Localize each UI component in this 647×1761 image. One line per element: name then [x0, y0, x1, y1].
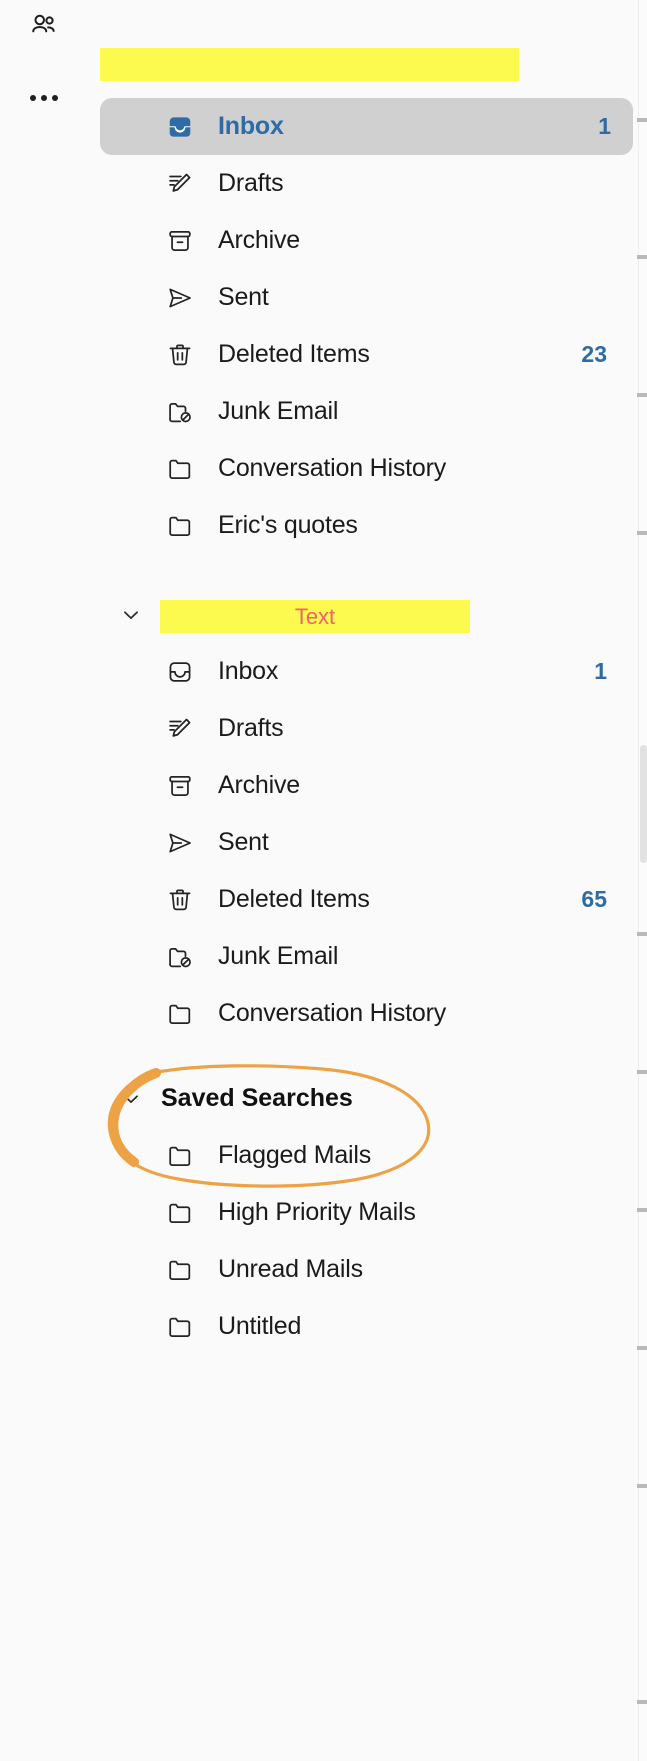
saved-search-item-untitled[interactable]: Untitled	[90, 1298, 639, 1355]
folder-item-inbox[interactable]: Inbox 1	[100, 98, 633, 155]
folder-label: Conversation History	[218, 454, 447, 482]
folder-item-conversation-history-2[interactable]: Conversation History	[90, 985, 639, 1042]
saved-search-label: Flagged Mails	[218, 1141, 372, 1169]
more-options-icon[interactable]	[26, 80, 62, 116]
drafts-pencil-icon	[160, 170, 200, 198]
people-icon[interactable]	[26, 8, 62, 44]
drafts-pencil-icon	[160, 715, 200, 743]
folder-item-drafts[interactable]: Drafts	[90, 155, 639, 212]
folder-label: Drafts	[218, 169, 284, 197]
folder-icon	[160, 1313, 200, 1341]
folder-unread-count: 65	[581, 886, 607, 912]
folder-item-junk-email-2[interactable]: Junk Email	[90, 928, 639, 985]
adjacent-list-row-marker	[637, 118, 647, 122]
folder-label: Archive	[218, 771, 300, 799]
folder-icon	[160, 455, 200, 483]
folder-label: Inbox	[218, 112, 284, 140]
folder-item-erics-quotes[interactable]: Eric's quotes	[90, 497, 639, 554]
folder-unread-count: 1	[594, 658, 607, 684]
folder-icon	[160, 1256, 200, 1284]
folder-label: Junk Email	[218, 942, 339, 970]
folder-label: Junk Email	[218, 397, 339, 425]
vertical-scrollbar-thumb[interactable]	[640, 745, 647, 863]
inbox-outline-icon	[160, 658, 200, 686]
chevron-down-icon[interactable]	[115, 1086, 147, 1112]
adjacent-list-row-marker	[637, 393, 647, 397]
mail-folder-sidebar-screen: Inbox 1 Drafts Archive Sent Deleted Item…	[0, 0, 647, 1761]
dot	[41, 95, 47, 101]
saved-search-item-unread-mails[interactable]: Unread Mails	[90, 1241, 639, 1298]
saved-search-item-high-priority-mails[interactable]: High Priority Mails	[90, 1184, 639, 1241]
archive-box-icon	[160, 227, 200, 255]
folder-item-deleted-items[interactable]: Deleted Items 23	[90, 326, 639, 383]
chevron-down-icon[interactable]	[115, 602, 147, 628]
folder-item-archive-2[interactable]: Archive	[90, 757, 639, 814]
folder-label: Deleted Items	[218, 340, 370, 368]
account-2-name-redaction: Text	[160, 600, 470, 633]
folder-label: Sent	[218, 283, 269, 311]
archive-box-icon	[160, 772, 200, 800]
folder-unread-count: 23	[581, 341, 607, 367]
folder-item-junk-email[interactable]: Junk Email	[90, 383, 639, 440]
folder-icon	[160, 1000, 200, 1028]
saved-searches-title: Saved Searches	[161, 1084, 353, 1112]
redaction-text: Text	[294, 603, 336, 629]
junk-folder-blocked-icon	[160, 943, 200, 971]
adjacent-list-row-marker	[637, 932, 647, 936]
folder-label: Drafts	[218, 714, 284, 742]
folder-label: Sent	[218, 828, 269, 856]
inbox-filled-icon	[160, 113, 200, 141]
folder-label: Eric's quotes	[218, 511, 358, 539]
adjacent-list-row-marker	[637, 1700, 647, 1704]
folder-label: Inbox	[218, 657, 279, 685]
dot	[52, 95, 58, 101]
sent-paper-plane-icon	[160, 284, 200, 312]
adjacent-list-row-marker	[637, 1208, 647, 1212]
saved-search-label: High Priority Mails	[218, 1198, 416, 1226]
folder-item-inbox-2[interactable]: Inbox 1	[90, 643, 639, 700]
adjacent-list-row-marker	[637, 1484, 647, 1488]
saved-search-item-flagged-mails[interactable]: Flagged Mails	[90, 1127, 639, 1184]
sent-paper-plane-icon	[160, 829, 200, 857]
folder-item-deleted-items-2[interactable]: Deleted Items 65	[90, 871, 639, 928]
folder-item-sent[interactable]: Sent	[90, 269, 639, 326]
adjacent-list-row-marker	[637, 1070, 647, 1074]
trash-bin-icon	[160, 886, 200, 914]
trash-bin-icon	[160, 341, 200, 369]
saved-search-label: Untitled	[218, 1312, 302, 1340]
adjacent-pane-edge	[639, 0, 647, 1761]
folder-icon	[160, 1199, 200, 1227]
folder-label: Deleted Items	[218, 885, 370, 913]
junk-folder-blocked-icon	[160, 398, 200, 426]
folder-item-sent-2[interactable]: Sent	[90, 814, 639, 871]
folder-tree-pane: Inbox 1 Drafts Archive Sent Deleted Item…	[90, 0, 639, 1761]
adjacent-list-row-marker	[637, 531, 647, 535]
folder-unread-count: 1	[598, 113, 611, 139]
folder-item-drafts-2[interactable]: Drafts	[90, 700, 639, 757]
folder-label: Conversation History	[218, 999, 447, 1027]
folder-item-conversation-history[interactable]: Conversation History	[90, 440, 639, 497]
folder-item-archive[interactable]: Archive	[90, 212, 639, 269]
adjacent-list-row-marker	[637, 255, 647, 259]
folder-label: Archive	[218, 226, 300, 254]
folder-icon	[160, 512, 200, 540]
left-icon-rail	[0, 0, 90, 1761]
dot	[30, 95, 36, 101]
saved-searches-header[interactable]: Saved Searches	[90, 1070, 639, 1127]
adjacent-list-row-marker	[637, 1346, 647, 1350]
saved-search-label: Unread Mails	[218, 1255, 363, 1283]
account-1-name-redaction	[100, 48, 519, 81]
folder-icon	[160, 1142, 200, 1170]
